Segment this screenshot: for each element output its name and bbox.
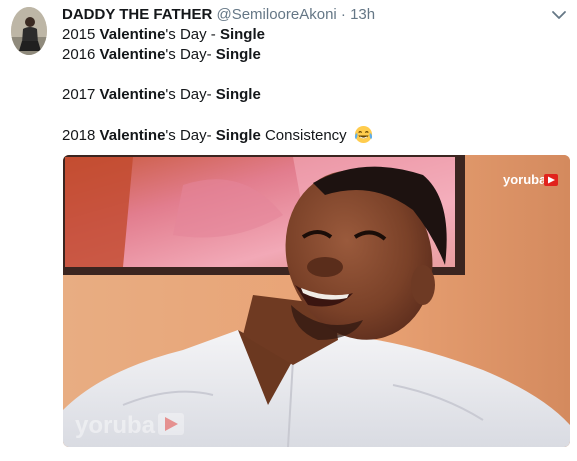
watermark-top: yoruba [503, 172, 547, 187]
tweet-text: 2015 Valentine's Day - Single 2016 Valen… [62, 25, 373, 145]
tweet-line: 2016 Valentine's Day- Single [62, 46, 261, 63]
author-name[interactable]: DADDY THE FATHER [62, 6, 212, 23]
tears-of-joy-emoji [354, 125, 373, 144]
avatar-image [11, 7, 47, 55]
chevron-down-icon[interactable] [551, 8, 567, 22]
tweet-line: 2018 Valentine's Day- Single Consistency [62, 125, 373, 145]
timestamp[interactable]: 13h [350, 6, 375, 23]
tweet-line: 2017 Valentine's Day- Single [62, 86, 261, 103]
tweet[interactable]: DADDY THE FATHER @SemilooreAkoni · 13h 2… [0, 0, 577, 461]
tweet-line: 2015 Valentine's Day - Single [62, 26, 265, 43]
author-handle[interactable]: @SemilooreAkoni [216, 6, 336, 23]
avatar[interactable] [11, 7, 47, 55]
tweet-media-image[interactable]: yoruba yoruba [63, 155, 570, 447]
watermark-bottom: yoruba [75, 412, 156, 439]
tweet-header: DADDY THE FATHER @SemilooreAkoni · 13h [62, 5, 375, 25]
separator-dot: · [340, 6, 346, 23]
